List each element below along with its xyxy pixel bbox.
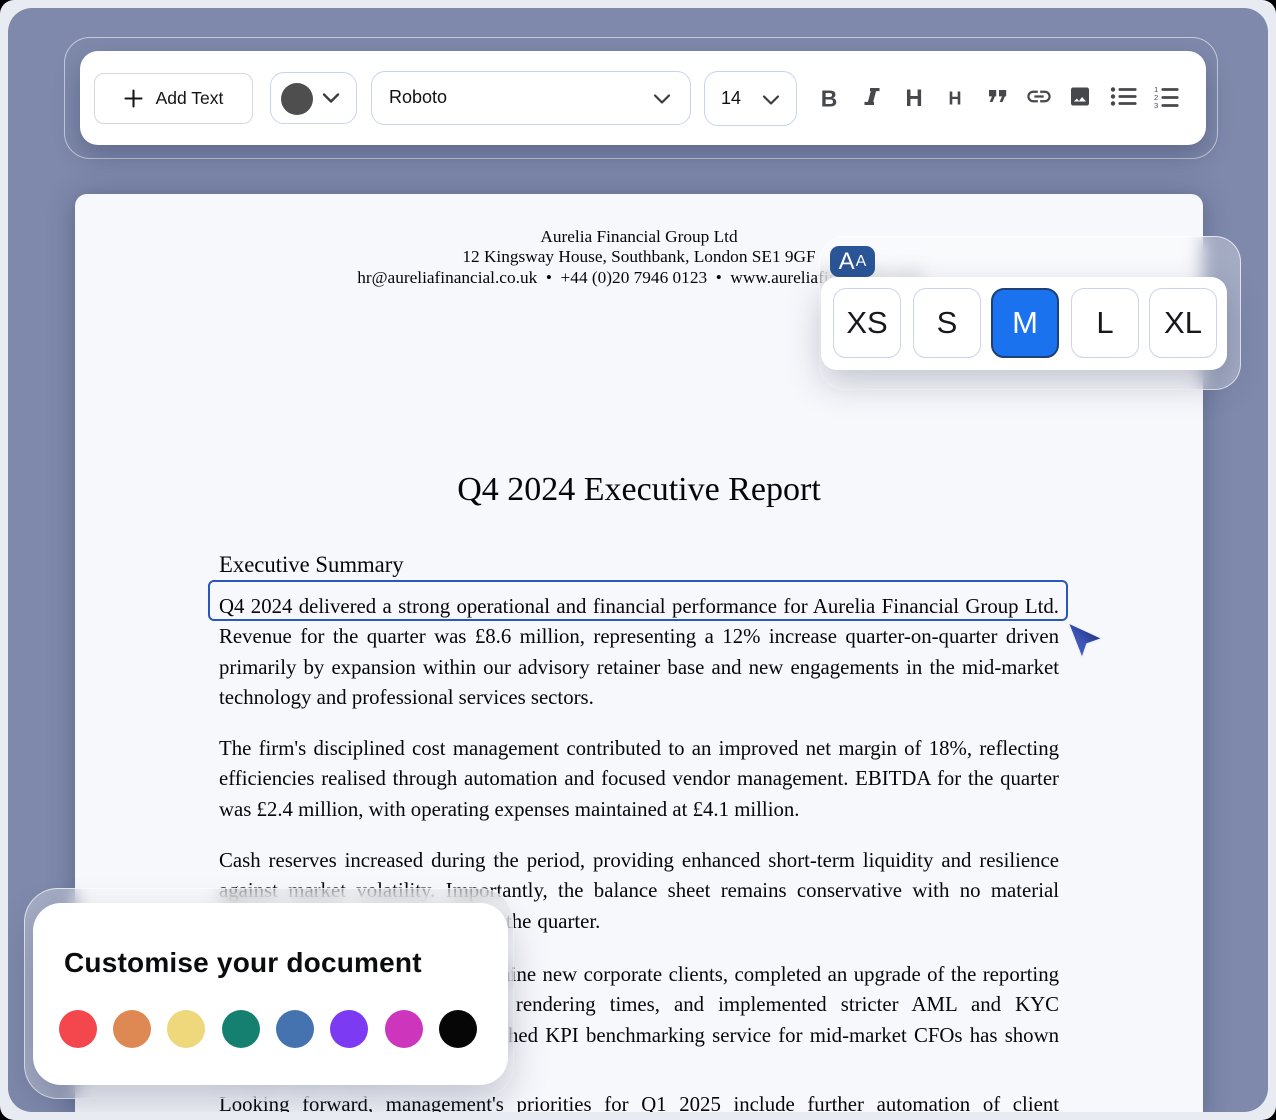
svg-text:3: 3 — [1154, 101, 1158, 109]
